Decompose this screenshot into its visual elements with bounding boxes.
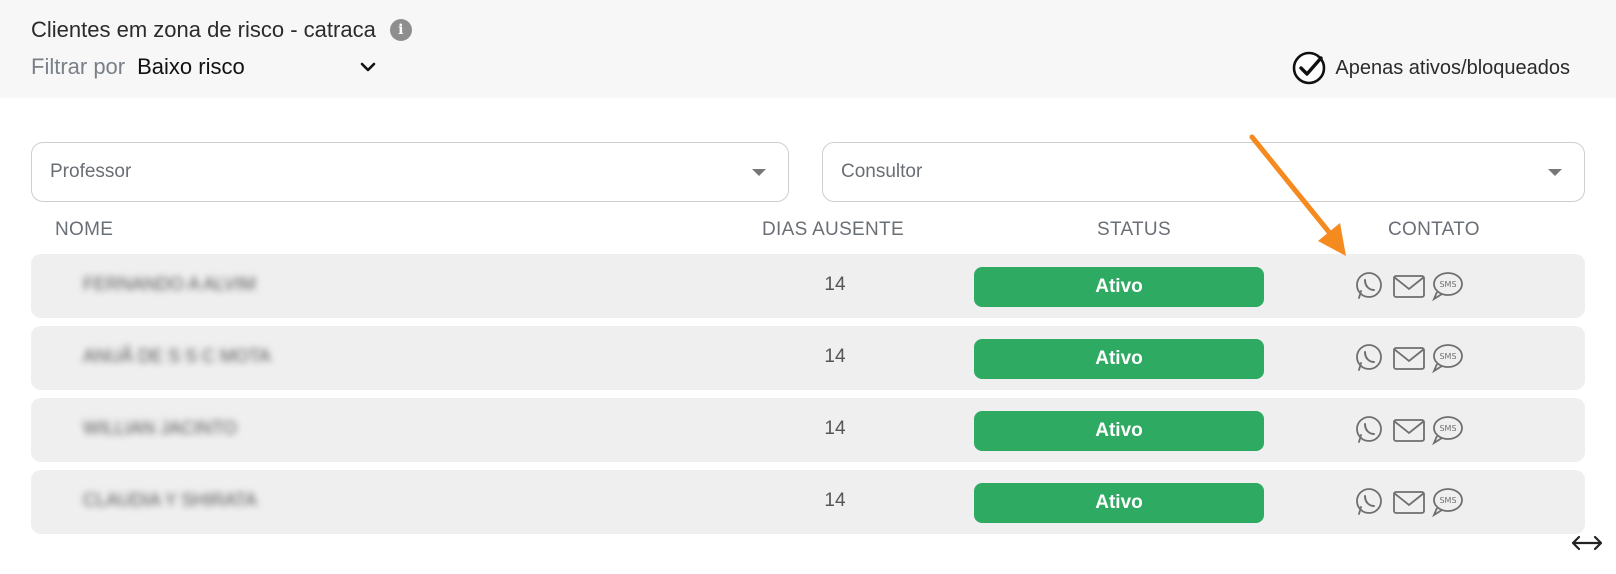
sms-icon[interactable]: SMS	[1430, 270, 1464, 302]
days-absent: 14	[824, 418, 846, 439]
horizontal-resize-icon[interactable]	[1567, 530, 1607, 556]
risk-filter: Filtrar por Baixo risco	[31, 54, 377, 80]
days-absent: 14	[824, 346, 846, 367]
column-header-contato[interactable]: CONTATO	[1388, 219, 1480, 241]
whatsapp-icon[interactable]	[1354, 486, 1388, 518]
table-row[interactable]: FERNANDO A ALVIM 14 Ativo SMS	[31, 254, 1585, 318]
card-title: Clientes em zona de risco - catraca i	[31, 17, 412, 43]
column-header-nome[interactable]: NOME	[55, 219, 113, 241]
email-icon[interactable]	[1392, 486, 1426, 518]
status-badge: Ativo	[974, 411, 1264, 451]
whatsapp-icon[interactable]	[1354, 270, 1388, 302]
card-title-text: Clientes em zona de risco - catraca	[31, 17, 376, 42]
svg-text:SMS: SMS	[1439, 424, 1456, 433]
chevron-down-icon	[360, 62, 376, 72]
consultor-select[interactable]: Consultor	[822, 142, 1585, 202]
contact-actions: SMS	[1354, 270, 1464, 302]
sms-icon[interactable]: SMS	[1430, 342, 1464, 374]
checkbox-checked-icon	[1293, 51, 1326, 85]
client-name[interactable]: WILLIAN JACINTO	[83, 418, 237, 439]
client-name[interactable]: ANUÃ DE S S C MOTA	[83, 346, 271, 367]
sms-icon[interactable]: SMS	[1430, 486, 1464, 518]
only-active-label: Apenas ativos/bloqueados	[1335, 56, 1570, 79]
card-header: Clientes em zona de risco - catraca i Fi…	[0, 0, 1616, 98]
column-header-dias-ausente[interactable]: DIAS AUSENTE	[762, 219, 904, 241]
svg-text:SMS: SMS	[1439, 352, 1456, 361]
caret-down-icon	[752, 169, 766, 176]
column-header-status[interactable]: STATUS	[1097, 219, 1171, 241]
professor-select[interactable]: Professor	[31, 142, 789, 202]
whatsapp-icon[interactable]	[1354, 342, 1388, 374]
status-badge: Ativo	[974, 483, 1264, 523]
contact-actions: SMS	[1354, 414, 1464, 446]
contact-actions: SMS	[1354, 486, 1464, 518]
status-badge: Ativo	[974, 339, 1264, 379]
risk-zone-card: Clientes em zona de risco - catraca i Fi…	[0, 0, 1616, 574]
svg-text:SMS: SMS	[1439, 496, 1456, 505]
client-name[interactable]: FERNANDO A ALVIM	[83, 274, 256, 295]
table-row[interactable]: WILLIAN JACINTO 14 Ativo SMS	[31, 398, 1585, 462]
filter-label: Filtrar por	[31, 54, 126, 79]
sms-icon[interactable]: SMS	[1430, 414, 1464, 446]
info-icon[interactable]: i	[389, 19, 412, 41]
contact-actions: SMS	[1354, 342, 1464, 374]
email-icon[interactable]	[1392, 342, 1426, 374]
risk-filter-value: Baixo risco	[137, 54, 245, 79]
email-icon[interactable]	[1392, 270, 1426, 302]
risk-filter-dropdown[interactable]: Baixo risco	[137, 54, 377, 80]
table-row[interactable]: ANUÃ DE S S C MOTA 14 Ativo SMS	[31, 326, 1585, 390]
client-name[interactable]: CLAUDIA Y SHIRATA	[83, 490, 257, 511]
svg-text:SMS: SMS	[1439, 280, 1456, 289]
days-absent: 14	[824, 490, 846, 511]
professor-select-placeholder: Professor	[50, 161, 132, 182]
caret-down-icon	[1548, 169, 1562, 176]
email-icon[interactable]	[1392, 414, 1426, 446]
status-badge: Ativo	[974, 267, 1264, 307]
consultor-select-placeholder: Consultor	[841, 161, 923, 182]
only-active-checkbox[interactable]: Apenas ativos/bloqueados	[1291, 50, 1570, 86]
whatsapp-icon[interactable]	[1354, 414, 1388, 446]
days-absent: 14	[824, 274, 846, 295]
table-row[interactable]: CLAUDIA Y SHIRATA 14 Ativo SMS	[31, 470, 1585, 534]
